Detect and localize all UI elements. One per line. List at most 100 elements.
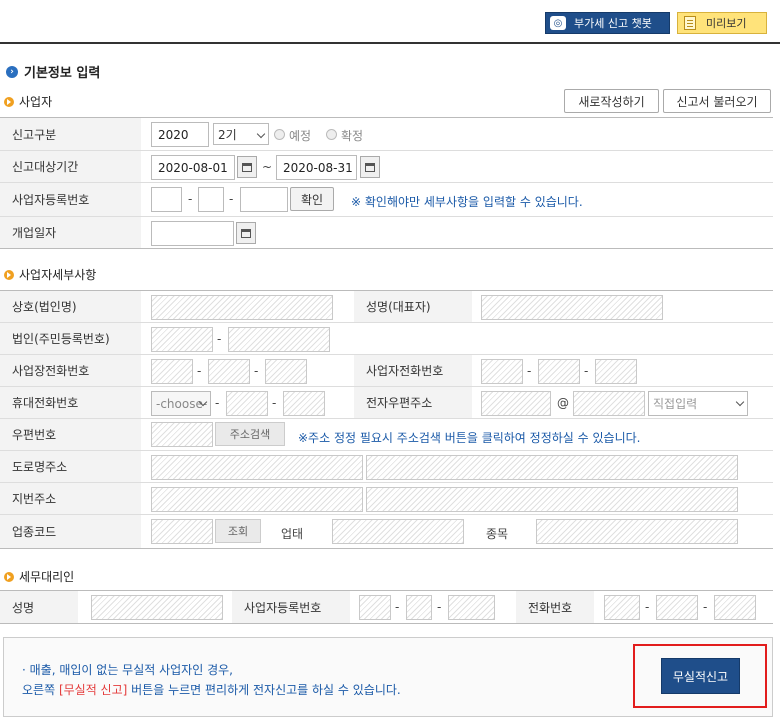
row-industry: 업종코드 조회 업태 종목 [0, 515, 773, 549]
dash: - [197, 364, 202, 378]
agent-phone-part3-input[interactable] [714, 595, 756, 620]
document-icon [684, 16, 696, 30]
work-phone-part3-input[interactable] [265, 359, 307, 384]
notice-line2-highlight: [무실적 신고] [58, 683, 128, 697]
road-address-input[interactable] [151, 455, 363, 480]
mobile-prefix-select[interactable]: -choose- [151, 391, 211, 416]
label-rep-name: 성명(대표자) [354, 291, 472, 322]
biz-type-input[interactable] [332, 519, 464, 544]
calendar-icon[interactable] [237, 156, 257, 178]
work-phone-part2-input[interactable] [208, 359, 250, 384]
agent-bizno-part2-input[interactable] [406, 595, 432, 620]
row-phones: 사업장전화번호 - - 사업자전화번호 - - [0, 355, 773, 387]
open-date-input[interactable] [151, 221, 234, 246]
corp-no-part2-input[interactable] [228, 327, 330, 352]
road-address-detail-input[interactable] [366, 455, 738, 480]
dash: - [254, 364, 259, 378]
calendar-icon[interactable] [236, 222, 256, 244]
notice-line2: 오른쪽 [무실적 신고] 버튼을 누르면 편리하게 전자신고를 하실 수 있습니… [22, 681, 401, 698]
email-at: @ [557, 396, 569, 410]
label-trade-name: 상호(법인명) [0, 291, 141, 322]
work-phone-part1-input[interactable] [151, 359, 193, 384]
bizno-part3-input[interactable] [240, 187, 288, 212]
row-road-address: 도로명주소 [0, 451, 773, 483]
radio-confirmed-label: 확정 [341, 129, 364, 143]
corp-no-part1-input[interactable] [151, 327, 213, 352]
notice-line2-c: 버튼을 누르면 편리하게 전자신고를 하실 수 있습니다. [127, 683, 401, 697]
address-search-button[interactable]: 주소검색 [215, 422, 285, 446]
biz-item-input[interactable] [536, 519, 738, 544]
rep-name-input[interactable] [481, 295, 663, 320]
mobile-part3-input[interactable] [283, 391, 325, 416]
zip-note: ※주소 정정 필요시 주소검색 버튼을 클릭하여 정정하실 수 있습니다. [298, 431, 641, 445]
row-zip: 우편번호 주소검색 ※주소 정정 필요시 주소검색 버튼을 클릭하여 정정하실 … [0, 419, 773, 451]
dash: - [217, 332, 222, 346]
bizno-part1-input[interactable] [151, 187, 182, 212]
agent-phone-part1-input[interactable] [604, 595, 640, 620]
label-road-address: 도로명주소 [0, 451, 141, 482]
label-industry: 업종코드 [0, 515, 141, 548]
notice-line1: · 매출, 매입이 없는 무실적 사업자인 경우, [22, 663, 233, 677]
section-title-basic: › 기본정보 입력 [6, 62, 100, 81]
detail-table: 상호(법인명) 성명(대표자) 법인(주민등록번호) - 사업장전화번호 - -… [0, 290, 773, 549]
vat-chatbot-button[interactable]: ◎ 부가세 신고 챗봇 [545, 12, 670, 34]
agent-bizno-part3-input[interactable] [448, 595, 495, 620]
period-select[interactable]: 2기 [213, 123, 269, 145]
label-agent-phone: 전화번호 [516, 591, 594, 623]
top-toolbar: ◎ 부가세 신고 챗봇 미리보기 [0, 0, 780, 44]
agent-name-input[interactable] [91, 595, 223, 620]
zip-input[interactable] [151, 422, 213, 447]
mobile-part2-input[interactable] [226, 391, 268, 416]
label-mobile: 휴대전화번호 [0, 387, 141, 418]
date-to-input[interactable]: 2020-08-31 [276, 155, 357, 180]
row-open-date: 개업일자 [0, 217, 773, 249]
date-separator: ~ [262, 160, 273, 174]
row-lot-address: 지번주소 [0, 483, 773, 515]
year-input[interactable]: 2020 [151, 122, 209, 147]
lot-address-detail-input[interactable] [366, 487, 738, 512]
dash: - [703, 600, 708, 614]
load-report-button[interactable]: 신고서 불러오기 [663, 89, 771, 113]
radio-confirmed[interactable] [326, 129, 337, 140]
dash: - [188, 192, 193, 206]
orange-bullet-icon [4, 269, 14, 280]
nil-report-button[interactable]: 무실적신고 [661, 658, 740, 694]
section-title-text: 기본정보 입력 [24, 66, 101, 81]
row-bizno: 사업자등록번호 - - 확인 ※ 확인해야만 세부사항을 입력할 수 있습니다. [0, 183, 773, 217]
biz-phone-part3-input[interactable] [595, 359, 637, 384]
subtitle-detail: 사업자세부사항 [4, 266, 96, 283]
arrow-circle-icon: › [6, 65, 18, 78]
chatbot-icon: ◎ [550, 16, 566, 30]
label-corp-no: 법인(주민등록번호) [0, 323, 141, 354]
agent-bizno-part1-input[interactable] [359, 595, 391, 620]
preview-button[interactable]: 미리보기 [677, 12, 767, 34]
industry-code-input[interactable] [151, 519, 213, 544]
biz-phone-part2-input[interactable] [538, 359, 580, 384]
bizno-part2-input[interactable] [198, 187, 224, 212]
label-biz-type: 업태 [281, 527, 304, 541]
email-domain-input[interactable] [573, 391, 645, 416]
business-table: 신고구분 2020 년 2기 예정 확정 신고대상기간 2020-08-01 ~… [0, 117, 773, 249]
confirm-button[interactable]: 확인 [290, 187, 334, 211]
chatbot-label: 부가세 신고 챗봇 [574, 17, 652, 30]
radio-planned[interactable] [274, 129, 285, 140]
agent-phone-part2-input[interactable] [656, 595, 698, 620]
dash: - [437, 600, 442, 614]
calendar-icon[interactable] [360, 156, 380, 178]
new-write-button[interactable]: 새로작성하기 [564, 89, 659, 113]
chevron-down-icon [735, 397, 745, 407]
radio-planned-label: 예정 [289, 129, 312, 143]
email-domain-select[interactable]: 직접입력 [648, 391, 748, 416]
dash: - [272, 396, 277, 410]
chevron-down-icon [256, 129, 266, 139]
trade-name-input[interactable] [151, 295, 333, 320]
lot-address-input[interactable] [151, 487, 363, 512]
label-agent-bizno: 사업자등록번호 [232, 591, 350, 623]
email-id-input[interactable] [481, 391, 551, 416]
industry-lookup-button[interactable]: 조회 [215, 519, 261, 543]
confirm-note: ※ 확인해야만 세부사항을 입력할 수 있습니다. [351, 195, 583, 209]
subtitle-text: 사업자세부사항 [19, 268, 97, 282]
date-from-input[interactable]: 2020-08-01 [151, 155, 235, 180]
biz-phone-part1-input[interactable] [481, 359, 523, 384]
label-zip: 우편번호 [0, 419, 141, 450]
